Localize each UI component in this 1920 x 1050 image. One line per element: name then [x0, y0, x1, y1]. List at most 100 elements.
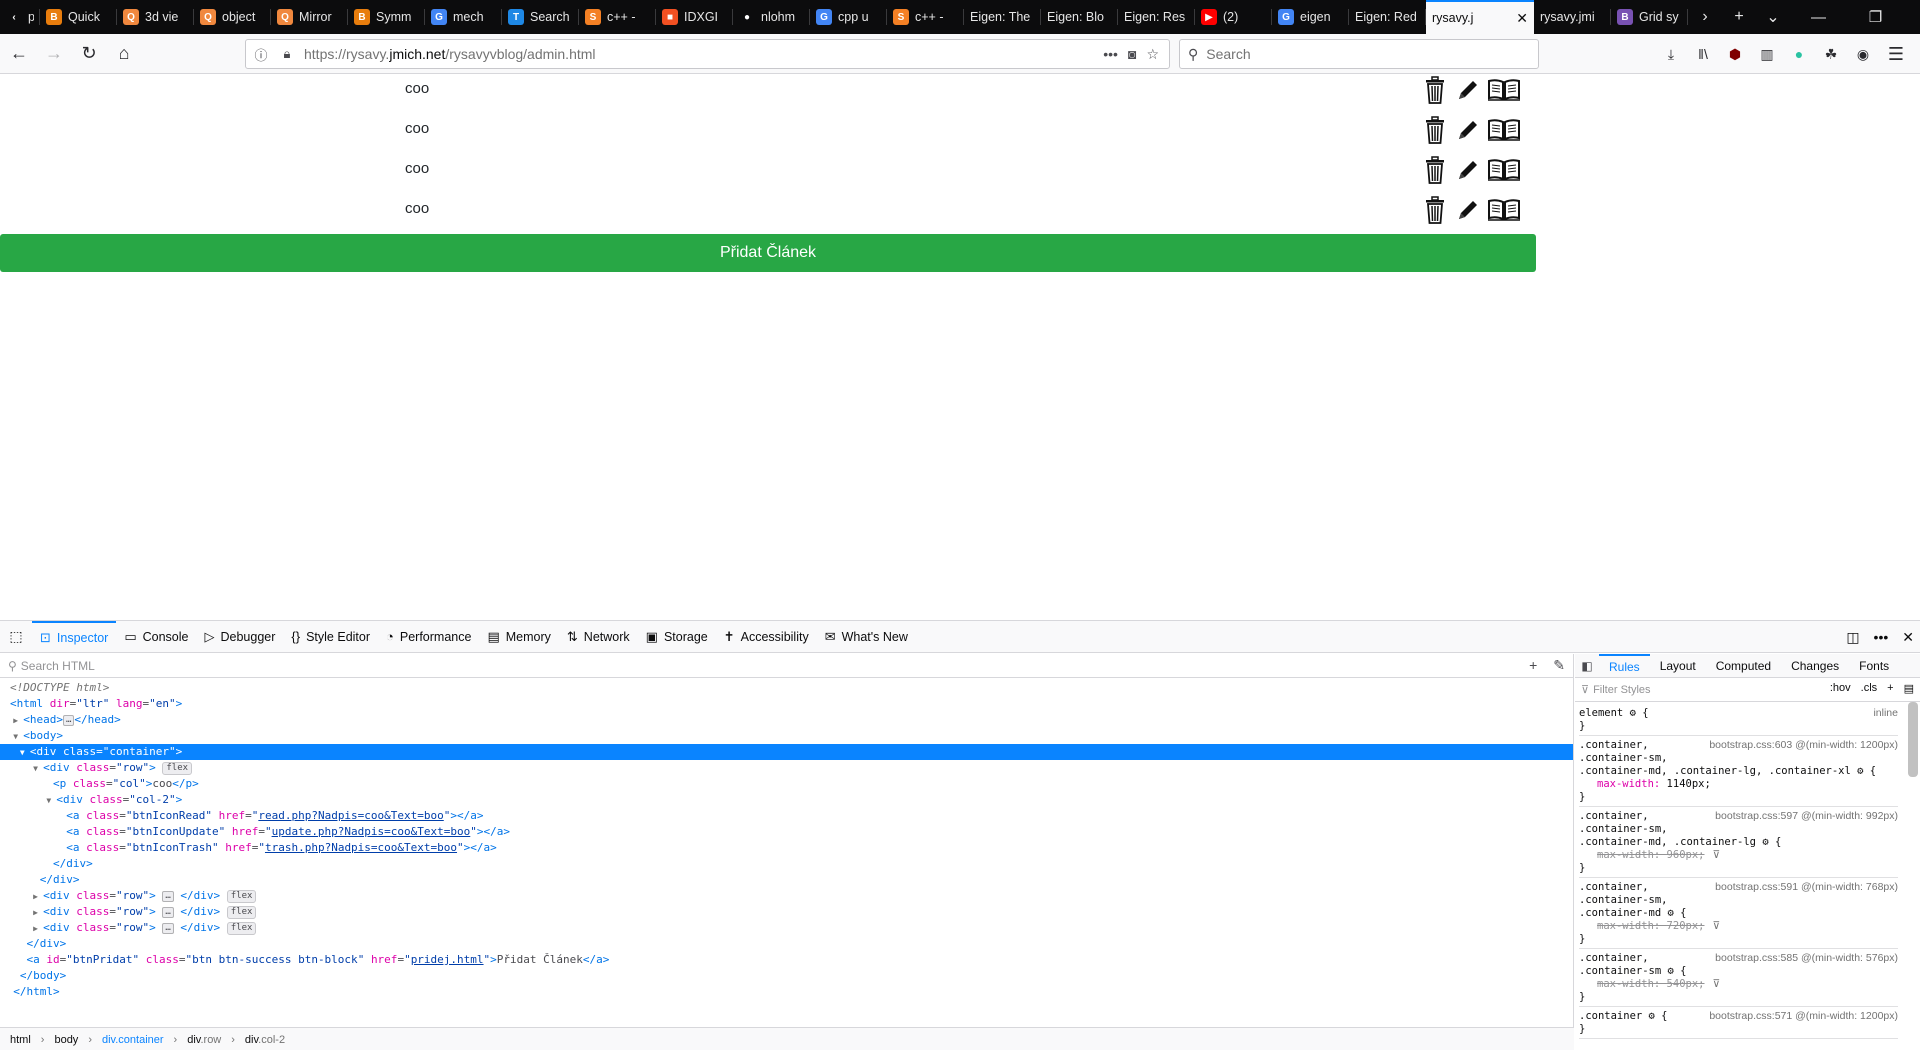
- markup-line-selected[interactable]: ▼ <div class="container">: [0, 744, 1573, 760]
- markup-line[interactable]: ▶ <div class="row"> … </div> flex: [0, 904, 1573, 920]
- account-icon[interactable]: ◉: [1847, 38, 1879, 70]
- rule-source[interactable]: bootstrap.css:585 @(min-width: 576px): [1715, 952, 1898, 965]
- browser-tab[interactable]: ▶ (2): [1195, 0, 1272, 34]
- markup-line[interactable]: <a class="btnIconRead" href="read.php?Na…: [0, 808, 1573, 824]
- breadcrumb-item[interactable]: div.col-2: [245, 1034, 285, 1046]
- element-rule[interactable]: inline element ⚙ {}: [1579, 704, 1898, 736]
- trash-icon[interactable]: [1420, 154, 1450, 186]
- markup-line[interactable]: </div>: [0, 872, 1573, 888]
- markup-line[interactable]: </div>: [0, 856, 1573, 872]
- book-icon[interactable]: [1486, 194, 1522, 226]
- markup-line[interactable]: <html dir="ltr" lang="en">: [0, 696, 1573, 712]
- browser-tab[interactable]: Eigen: Red: [1349, 0, 1426, 34]
- browser-tab[interactable]: Geigen: [1272, 0, 1349, 34]
- browser-tab[interactable]: Eigen: Blo: [1041, 0, 1118, 34]
- filter-rule-icon[interactable]: ⊽: [1712, 849, 1720, 861]
- breadcrumb-item[interactable]: html: [10, 1034, 31, 1046]
- ublock-icon[interactable]: ⬢: [1719, 38, 1751, 70]
- markup-line[interactable]: ▼ <div class="row"> flex: [0, 760, 1573, 776]
- rule-declaration[interactable]: max-width: 540px; ⊽: [1579, 978, 1898, 991]
- breadcrumb-item[interactable]: div.container: [102, 1034, 164, 1046]
- rules-scrollbar[interactable]: [1908, 702, 1918, 777]
- browser-tab[interactable]: Q Mirror: [271, 0, 348, 34]
- markup-line[interactable]: ▼ <body>: [0, 728, 1573, 744]
- markup-line[interactable]: ▶ <div class="row"> … </div> flex: [0, 888, 1573, 904]
- dock-options-icon[interactable]: ◫: [1846, 629, 1859, 646]
- markup-line[interactable]: <p class="col">coo</p>: [0, 776, 1573, 792]
- css-rule[interactable]: bootstrap.css:571 @(min-width: 1200px) .c…: [1579, 1007, 1898, 1039]
- add-article-button[interactable]: Přidat Článek: [0, 234, 1536, 272]
- markup-line[interactable]: <!DOCTYPE html>: [0, 680, 1573, 696]
- extension-green-icon[interactable]: ●: [1783, 38, 1815, 70]
- devtools-tab-console[interactable]: ▭ Console: [116, 621, 196, 653]
- breadcrumb-item[interactable]: body: [54, 1034, 78, 1046]
- browser-tab[interactable]: rysavy.jmi: [1534, 0, 1611, 34]
- print-media-icon[interactable]: ▤: [1904, 682, 1914, 695]
- browser-tab[interactable]: B Symm: [348, 0, 425, 34]
- filter-styles-field[interactable]: ⊽ Filter Styles :hov .cls + ▤: [1575, 678, 1920, 702]
- markup-line[interactable]: ▶ <head>… </head>: [0, 712, 1573, 728]
- reload-button[interactable]: ↻: [73, 38, 105, 70]
- restore-window-button[interactable]: ❐: [1847, 0, 1904, 34]
- sidebar-tab-rules[interactable]: Rules: [1599, 653, 1650, 678]
- rule-source[interactable]: bootstrap.css:603 @(min-width: 1200px): [1709, 739, 1898, 752]
- markup-line[interactable]: ▼ <div class="col-2">: [0, 792, 1573, 808]
- devtools-tab-debugger[interactable]: ▷ Debugger: [197, 621, 284, 653]
- html-search-field[interactable]: ⚲ Search HTML + ✎: [0, 654, 1573, 678]
- markup-line[interactable]: </div>: [0, 936, 1573, 952]
- markup-line[interactable]: </html>: [0, 984, 1573, 1000]
- sidebar-tab-computed[interactable]: Computed: [1706, 654, 1781, 678]
- sidebar-tab-layout[interactable]: Layout: [1650, 654, 1706, 678]
- breadcrumb-item[interactable]: div.row: [187, 1034, 221, 1046]
- browser-tab[interactable]: Eigen: The: [964, 0, 1041, 34]
- devtools-tab-what-s-new[interactable]: ✉ What's New: [817, 621, 916, 653]
- back-button[interactable]: ←: [3, 38, 35, 70]
- home-button[interactable]: ⌂: [108, 38, 140, 70]
- browser-tab[interactable]: T Search: [502, 0, 579, 34]
- browser-tab[interactable]: Gmech: [425, 0, 502, 34]
- browser-tab[interactable]: ‹ pt: [0, 0, 40, 34]
- browser-tab[interactable]: Gcpp u: [810, 0, 887, 34]
- hov-toggle[interactable]: :hov: [1830, 682, 1851, 695]
- browser-tab[interactable]: Eigen: Res: [1118, 0, 1195, 34]
- list-all-tabs-icon[interactable]: ⌄: [1756, 0, 1790, 34]
- devtools-tab-style-editor[interactable]: {} Style Editor: [283, 621, 378, 653]
- add-node-icon[interactable]: +: [1529, 657, 1537, 674]
- library-icon[interactable]: ‖\: [1687, 38, 1719, 70]
- tab-scroll-right-icon[interactable]: ›: [1688, 0, 1722, 34]
- markup-line[interactable]: <a id="btnPridat" class="btn btn-success…: [0, 952, 1573, 968]
- devtools-menu-icon[interactable]: •••: [1874, 629, 1889, 645]
- add-rule-icon[interactable]: +: [1887, 682, 1893, 695]
- browser-tab[interactable]: Q 3d vie: [117, 0, 194, 34]
- css-rule[interactable]: bootstrap.css:603 @(min-width: 1200px) .c…: [1579, 736, 1898, 807]
- rule-declaration[interactable]: max-width: 960px; ⊽: [1579, 849, 1898, 862]
- site-info-icon[interactable]: ⓘ: [250, 45, 272, 64]
- devtools-tab-network[interactable]: ⇅ Network: [559, 621, 638, 653]
- rule-source[interactable]: bootstrap.css:571 @(min-width: 1200px): [1709, 1010, 1898, 1023]
- browser-tab[interactable]: Qobject: [194, 0, 271, 34]
- active-tab[interactable]: rysavy.j ✕: [1426, 0, 1534, 34]
- downloads-icon[interactable]: ⤓: [1655, 38, 1687, 70]
- rule-source[interactable]: bootstrap.css:597 @(min-width: 992px): [1715, 810, 1898, 823]
- devtools-close-icon[interactable]: ✕: [1902, 629, 1914, 646]
- sidebar-tab-fonts[interactable]: Fonts: [1849, 654, 1899, 678]
- pencil-icon[interactable]: [1453, 154, 1483, 186]
- trash-icon[interactable]: [1420, 194, 1450, 226]
- markup-line[interactable]: ▶ <div class="row"> … </div> flex: [0, 920, 1573, 936]
- sidebar-tab-changes[interactable]: Changes: [1781, 654, 1849, 678]
- element-picker-icon[interactable]: ⬚: [0, 621, 32, 653]
- browser-tab[interactable]: Sc++ -: [579, 0, 656, 34]
- cls-toggle[interactable]: .cls: [1861, 682, 1878, 695]
- bookmark-star-icon[interactable]: ☆: [1146, 46, 1159, 63]
- forward-button[interactable]: →: [38, 38, 70, 70]
- new-tab-icon[interactable]: +: [1722, 0, 1756, 34]
- book-icon[interactable]: [1486, 154, 1522, 186]
- markup-line[interactable]: </body>: [0, 968, 1573, 984]
- browser-tab[interactable]: Sc++ -: [887, 0, 964, 34]
- close-window-button[interactable]: ✕: [1904, 0, 1920, 34]
- pencil-icon[interactable]: [1453, 114, 1483, 146]
- devtools-tab-storage[interactable]: ▣ Storage: [638, 621, 716, 653]
- css-rule[interactable]: bootstrap.css:591 @(min-width: 768px) .co…: [1579, 878, 1898, 949]
- trash-icon[interactable]: [1420, 74, 1450, 106]
- trash-icon[interactable]: [1420, 114, 1450, 146]
